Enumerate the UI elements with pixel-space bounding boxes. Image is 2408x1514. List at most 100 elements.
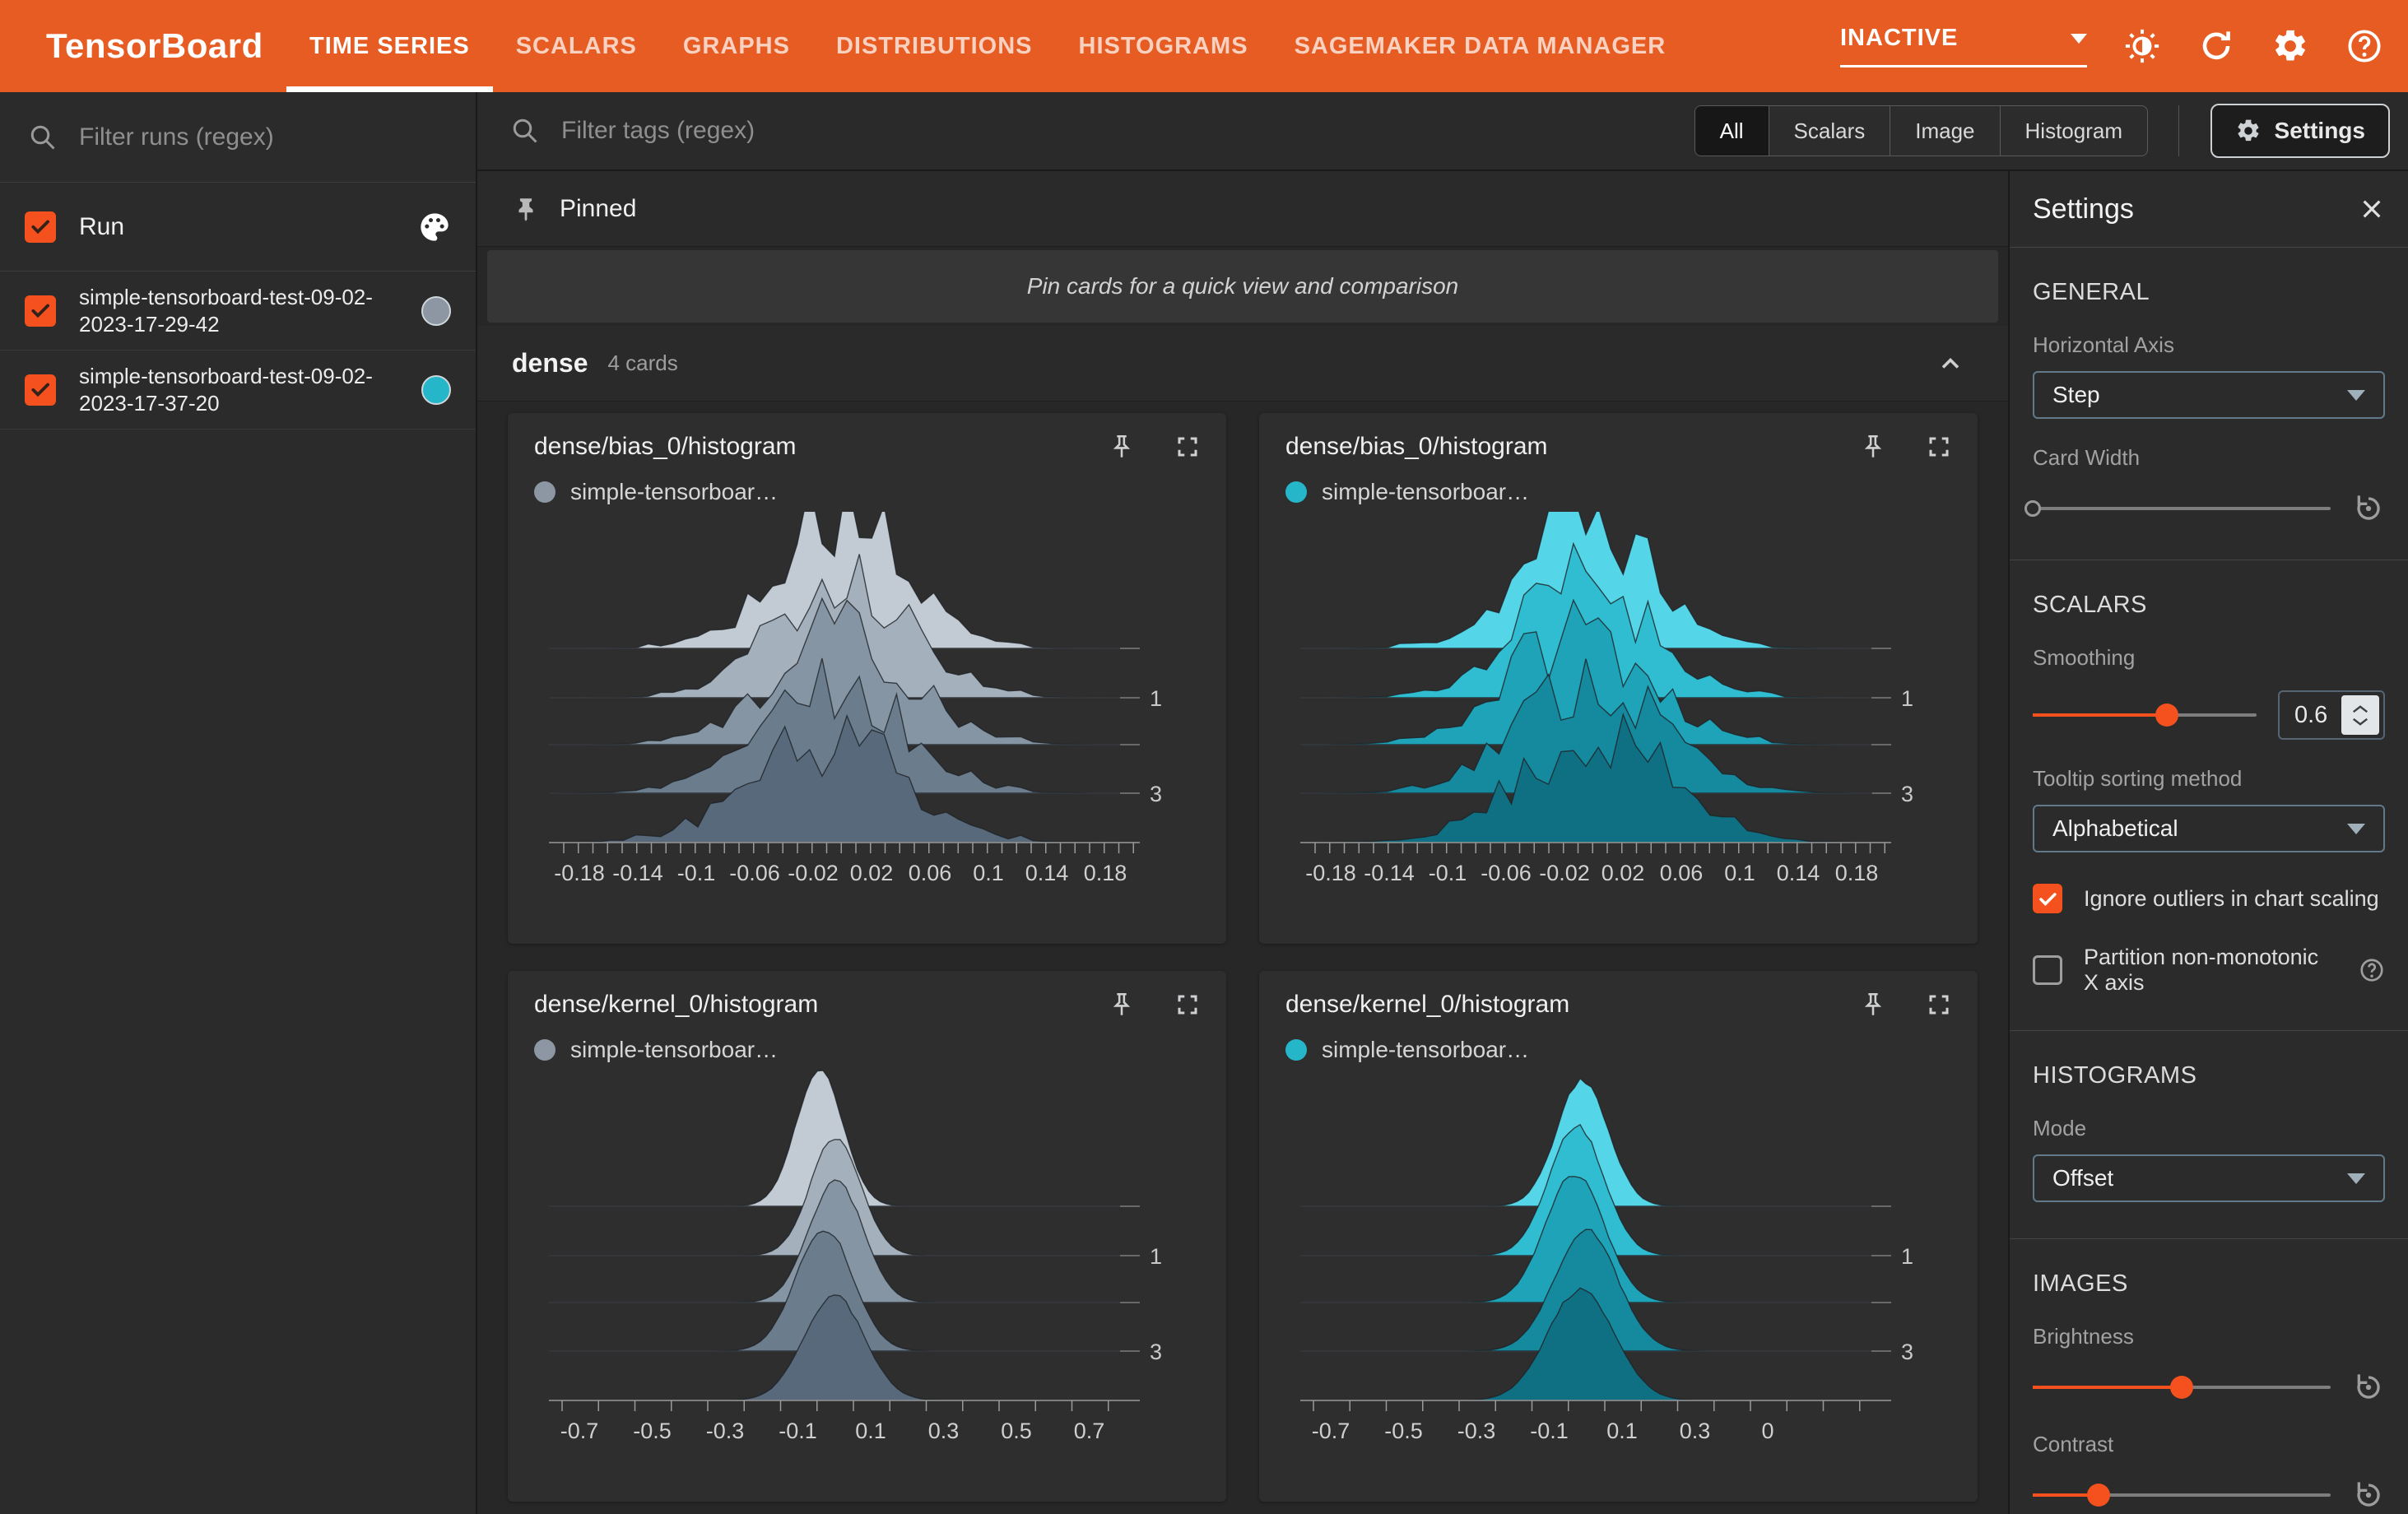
reset-icon[interactable] — [2352, 1371, 2385, 1404]
run-item[interactable]: simple-tensorboard-test-09-02-2023-17-37… — [0, 351, 476, 430]
histogram-chart[interactable]: -0.18 -0.14 -0.1 -0.06 -0.02 0.02 0.06 0.1 0.14 0… — [1285, 512, 1951, 899]
tooltip-sorting-value: Alphabetical — [2052, 815, 2178, 841]
gear-icon[interactable] — [2271, 27, 2309, 65]
fullscreen-icon[interactable] — [1175, 992, 1200, 1017]
help-icon[interactable] — [2345, 27, 2383, 65]
filter-tags-field[interactable]: Filter tags (regex) — [510, 92, 755, 170]
card-run-label: simple-tensorboar… — [570, 1037, 779, 1062]
app-header: TensorBoard TIME SERIES SCALARS GRAPHS D… — [0, 0, 2408, 92]
svg-text:0.3: 0.3 — [928, 1419, 960, 1443]
svg-text:-0.1: -0.1 — [1429, 861, 1467, 885]
smoothing-slider[interactable] — [2033, 697, 2257, 733]
filter-histogram-button[interactable]: Histogram — [1999, 106, 2147, 156]
tab-time-series[interactable]: TIME SERIES — [286, 0, 493, 92]
tab-histograms[interactable]: HISTOGRAMS — [1056, 0, 1271, 92]
partition-x-axis-label: Partition non-monotonic X axis — [2084, 945, 2319, 995]
histogram-card: dense/bias_0/histogram simple-tensorboar… — [1259, 413, 1978, 944]
tag-group-header[interactable]: dense 4 cards — [477, 326, 2008, 402]
pin-card-icon[interactable] — [1108, 991, 1136, 1019]
search-icon — [510, 116, 540, 146]
card-run-label: simple-tensorboar… — [1322, 1037, 1530, 1062]
histogram-chart[interactable]: -0.18 -0.14 -0.1 -0.06 -0.02 0.02 0.06 0.1 0.14 0… — [534, 512, 1200, 899]
filter-all-button[interactable]: All — [1694, 106, 1769, 156]
run-color-dot — [534, 1039, 556, 1061]
svg-text:0.1: 0.1 — [855, 1419, 886, 1443]
pin-card-icon[interactable] — [1108, 433, 1136, 461]
tag-group-name: dense — [512, 348, 588, 378]
runs-sidebar: Filter runs (regex) Run simple-tensorboa… — [0, 92, 477, 1514]
histogram-card: dense/kernel_0/histogram simple-tensorbo… — [508, 971, 1226, 1502]
partition-x-axis-checkbox[interactable] — [2033, 955, 2062, 985]
filter-runs-field[interactable]: Filter runs (regex) — [0, 92, 476, 183]
general-heading: GENERAL — [2033, 279, 2150, 305]
tab-graphs[interactable]: GRAPHS — [660, 0, 813, 92]
fullscreen-icon[interactable] — [1175, 434, 1200, 459]
card-width-slider[interactable] — [2024, 490, 2331, 527]
close-icon[interactable] — [2359, 196, 2385, 222]
svg-text:-0.14: -0.14 — [1364, 861, 1415, 885]
slider-knob[interactable] — [2024, 500, 2041, 517]
panel-divider — [2010, 247, 2408, 248]
status-dropdown-value: INACTIVE — [1840, 25, 1959, 51]
horizontal-axis-value: Step — [2052, 382, 2100, 407]
smoothing-input[interactable]: 0.6 — [2278, 690, 2385, 740]
run-master-checkbox[interactable] — [25, 211, 56, 243]
svg-text:-0.7: -0.7 — [1312, 1419, 1350, 1443]
gear-icon — [2235, 118, 2262, 144]
slider-knob[interactable] — [2170, 1376, 2193, 1399]
pin-card-icon[interactable] — [1859, 991, 1887, 1019]
svg-text:-0.02: -0.02 — [1539, 861, 1590, 885]
run-checkbox[interactable] — [25, 295, 56, 327]
slider-knob[interactable] — [2155, 704, 2179, 727]
histogram-chart[interactable]: -0.7 -0.5 -0.3 -0.1 0.1 0.3 0.5 0.7 1 3 — [534, 1070, 1200, 1456]
ignore-outliers-checkbox[interactable] — [2033, 884, 2062, 913]
filter-image-button[interactable]: Image — [1890, 106, 1999, 156]
svg-text:-0.1: -0.1 — [677, 861, 716, 885]
pin-card-icon[interactable] — [1859, 433, 1887, 461]
smoothing-value: 0.6 — [2294, 701, 2328, 728]
tab-distributions[interactable]: DISTRIBUTIONS — [813, 0, 1056, 92]
pinned-title: Pinned — [560, 194, 637, 222]
svg-text:1: 1 — [1150, 1244, 1162, 1269]
status-dropdown[interactable]: INACTIVE — [1840, 25, 2087, 67]
svg-text:-0.5: -0.5 — [633, 1419, 672, 1443]
histogram-card: dense/kernel_0/histogram simple-tensorbo… — [1259, 971, 1978, 1502]
histograms-heading: HISTOGRAMS — [2033, 1062, 2197, 1089]
tab-scalars[interactable]: SCALARS — [493, 0, 660, 92]
brightness-icon[interactable] — [2123, 27, 2161, 65]
slider-knob[interactable] — [2086, 1484, 2110, 1507]
contrast-slider[interactable] — [2033, 1477, 2331, 1513]
run-color-dot — [421, 374, 451, 405]
reset-icon[interactable] — [2352, 492, 2385, 525]
horizontal-axis-select[interactable]: Step — [2033, 371, 2385, 419]
stepper-control[interactable] — [2341, 695, 2379, 735]
refresh-icon[interactable] — [2197, 27, 2235, 65]
tab-sagemaker-data-manager[interactable]: SAGEMAKER DATA MANAGER — [1271, 0, 1690, 92]
svg-text:0.02: 0.02 — [1601, 861, 1645, 885]
svg-text:-0.7: -0.7 — [560, 1419, 599, 1443]
histogram-chart[interactable]: -0.7 -0.5 -0.3 -0.1 0.1 0.3 0 1 3 — [1285, 1070, 1951, 1456]
status-dropdown-underline — [1840, 65, 2087, 67]
svg-text:0.14: 0.14 — [1025, 861, 1069, 885]
palette-icon[interactable] — [418, 211, 451, 244]
filter-tags-placeholder: Filter tags (regex) — [561, 117, 755, 144]
chevron-up-icon[interactable] — [1936, 349, 1965, 378]
run-checkbox[interactable] — [25, 374, 56, 406]
run-item[interactable]: simple-tensorboard-test-09-02-2023-17-29… — [0, 272, 476, 351]
reset-icon[interactable] — [2352, 1479, 2385, 1512]
chevron-down-icon — [2347, 1173, 2365, 1184]
run-name: simple-tensorboard-test-09-02-2023-17-37… — [79, 363, 373, 416]
svg-text:-0.02: -0.02 — [788, 861, 839, 885]
svg-text:0.18: 0.18 — [1835, 861, 1879, 885]
settings-button[interactable]: Settings — [2210, 104, 2390, 158]
brightness-slider[interactable] — [2033, 1369, 2331, 1405]
histogram-mode-select[interactable]: Offset — [2033, 1154, 2385, 1202]
svg-text:-0.14: -0.14 — [612, 861, 663, 885]
help-icon[interactable] — [2359, 957, 2385, 983]
filter-scalars-button[interactable]: Scalars — [1768, 106, 1890, 156]
fullscreen-icon[interactable] — [1927, 992, 1951, 1017]
card-run-label: simple-tensorboar… — [570, 479, 779, 504]
fullscreen-icon[interactable] — [1927, 434, 1951, 459]
tooltip-sorting-select[interactable]: Alphabetical — [2033, 805, 2385, 852]
svg-text:-0.18: -0.18 — [554, 861, 605, 885]
